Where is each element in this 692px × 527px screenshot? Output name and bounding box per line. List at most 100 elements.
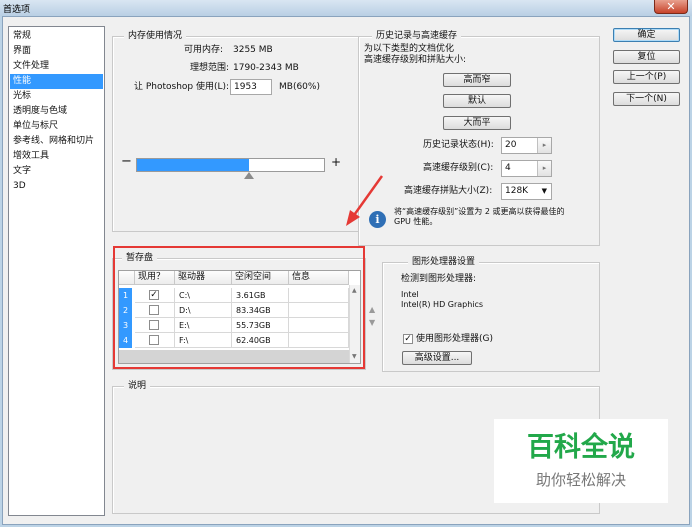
history-states-label: 历史记录状态(H): <box>423 140 494 150</box>
info-cell <box>289 288 349 303</box>
scratch-disks-legend: 暂存盘 <box>122 252 158 264</box>
use-gpu-checkbox[interactable]: ✓ <box>403 334 413 344</box>
drive-cell: F:\ <box>175 333 232 348</box>
gpu-detected-label: 检测到图形处理器: <box>401 274 477 284</box>
active-checkbox[interactable] <box>149 305 159 315</box>
gpu-tip-line2: GPU 性能。 <box>394 217 438 226</box>
memory-slider-track[interactable] <box>136 158 325 172</box>
watermark-title: 百科全说 <box>527 432 635 463</box>
gpu-settings-legend: 图形处理器设置 <box>408 256 480 268</box>
free-space-cell: 3.61GB <box>232 288 289 303</box>
cache-levels-label: 高速缓存级别(C): <box>423 163 494 173</box>
memory-decrease-button[interactable]: − <box>121 154 132 169</box>
close-icon: ✕ <box>666 0 676 13</box>
category-performance[interactable]: 性能 <box>10 74 103 89</box>
active-cell <box>135 333 175 348</box>
annotation-arrow-icon <box>346 175 384 226</box>
default-button[interactable]: 默认 <box>443 94 511 108</box>
gpu-model: Intel(R) HD Graphics <box>401 300 484 309</box>
category-3d[interactable]: 3D <box>10 179 103 194</box>
tile-size-dropdown[interactable]: 128K ▼ <box>501 183 552 200</box>
move-up-icon[interactable]: ▲ <box>369 305 375 314</box>
title-bar: 首选项 ✕ <box>0 0 692 16</box>
move-down-icon[interactable]: ▼ <box>369 318 375 327</box>
memory-usage-unit: MB(60%) <box>279 82 320 92</box>
ok-button[interactable]: 确定 <box>613 28 680 42</box>
memory-usage-legend: 内存使用情况 <box>124 30 187 42</box>
tile-size-label: 高速缓存拼贴大小(Z): <box>404 186 493 196</box>
free-space-cell: 62.40GB <box>232 333 289 348</box>
category-type[interactable]: 文字 <box>10 164 103 179</box>
info-cell <box>289 333 349 348</box>
reset-button[interactable]: 复位 <box>613 50 680 64</box>
table-row[interactable]: 1 ✓ C:\ 3.61GB <box>119 288 349 303</box>
scroll-down-icon[interactable]: ▼ <box>352 353 357 360</box>
table-row[interactable]: 3 E:\ 55.73GB <box>119 318 349 333</box>
cache-levels-value: 4 <box>505 163 511 173</box>
memory-slider-fill <box>137 159 249 171</box>
watermark-subtitle: 助你轻松解决 <box>535 471 626 489</box>
ideal-range-label: 理想范围: <box>190 63 230 73</box>
advanced-settings-button[interactable]: 高级设置... <box>402 351 472 365</box>
column-header-info[interactable]: 信息 <box>289 271 349 285</box>
table-row[interactable]: 4 F:\ 62.40GB <box>119 333 349 348</box>
watermark-logo: 百科全说 助你轻松解决 <box>494 419 668 503</box>
table-empty-area <box>119 350 349 363</box>
category-guides[interactable]: 参考线、网格和切片 <box>10 134 103 149</box>
active-checkbox[interactable] <box>149 320 159 330</box>
active-cell <box>135 303 175 318</box>
history-states-input[interactable]: 20 ▸ <box>501 137 552 154</box>
active-cell <box>135 318 175 333</box>
scratch-disks-table[interactable]: 现用？ 驱动器 空闲空间 信息 1 ✓ C:\ 3.61GB 2 D:\ 83.… <box>118 270 361 364</box>
table-scrollbar[interactable]: ▲ ▼ <box>349 285 360 363</box>
chevron-down-icon: ▼ <box>541 187 547 195</box>
table-row[interactable]: 2 D:\ 83.34GB <box>119 303 349 318</box>
big-flat-button[interactable]: 大而平 <box>443 116 511 130</box>
history-states-value: 20 <box>505 140 517 150</box>
close-button[interactable]: ✕ <box>654 0 688 14</box>
category-cursors[interactable]: 光标 <box>10 89 103 104</box>
column-header-active[interactable]: 现用？ <box>135 271 175 285</box>
drive-cell: E:\ <box>175 318 232 333</box>
memory-usage-label: 让 Photoshop 使用(L): <box>134 82 230 92</box>
previous-button[interactable]: 上一个(P) <box>613 70 680 84</box>
active-checkbox[interactable] <box>149 335 159 345</box>
category-interface[interactable]: 界面 <box>10 44 103 59</box>
row-number: 4 <box>119 333 132 348</box>
description-legend: 说明 <box>124 380 151 392</box>
active-cell: ✓ <box>135 288 175 303</box>
memory-increase-button[interactable]: + <box>331 155 341 169</box>
tile-size-value: 128K <box>505 186 529 196</box>
history-states-spin-icon[interactable]: ▸ <box>537 138 551 153</box>
optimize-text-line2: 高速缓存级别和拼贴大小: <box>364 55 467 65</box>
next-button[interactable]: 下一个(N) <box>613 92 680 106</box>
drive-cell: C:\ <box>175 288 232 303</box>
category-general[interactable]: 常规 <box>10 29 103 44</box>
row-number: 3 <box>119 318 132 333</box>
window-title: 首选项 <box>3 5 31 15</box>
scroll-up-icon[interactable]: ▲ <box>352 287 357 294</box>
category-units[interactable]: 单位与标尺 <box>10 119 103 134</box>
column-header-drive[interactable]: 驱动器 <box>175 271 232 285</box>
cache-levels-input[interactable]: 4 ▸ <box>501 160 552 177</box>
column-header-index <box>119 271 135 285</box>
use-gpu-label: 使用图形处理器(G) <box>416 334 493 344</box>
info-cell <box>289 318 349 333</box>
memory-usage-input[interactable]: 1953 <box>230 79 272 95</box>
ideal-range-value: 1790-2343 MB <box>233 63 299 73</box>
history-cache-legend: 历史记录与高速缓存 <box>372 30 462 42</box>
free-space-cell: 55.73GB <box>232 318 289 333</box>
category-list[interactable]: 常规 界面 文件处理 性能 光标 透明度与色域 单位与标尺 参考线、网格和切片 … <box>8 26 105 516</box>
memory-slider-thumb[interactable] <box>244 172 254 179</box>
info-cell <box>289 303 349 318</box>
row-number: 1 <box>119 288 132 303</box>
active-checkbox[interactable]: ✓ <box>149 290 159 300</box>
cache-levels-spin-icon[interactable]: ▸ <box>537 161 551 176</box>
category-file-handling[interactable]: 文件处理 <box>10 59 103 74</box>
row-number: 2 <box>119 303 132 318</box>
drive-cell: D:\ <box>175 303 232 318</box>
tall-thin-button[interactable]: 高而窄 <box>443 73 511 87</box>
category-transparency[interactable]: 透明度与色域 <box>10 104 103 119</box>
category-plugins[interactable]: 增效工具 <box>10 149 103 164</box>
column-header-free-space[interactable]: 空闲空间 <box>232 271 289 285</box>
